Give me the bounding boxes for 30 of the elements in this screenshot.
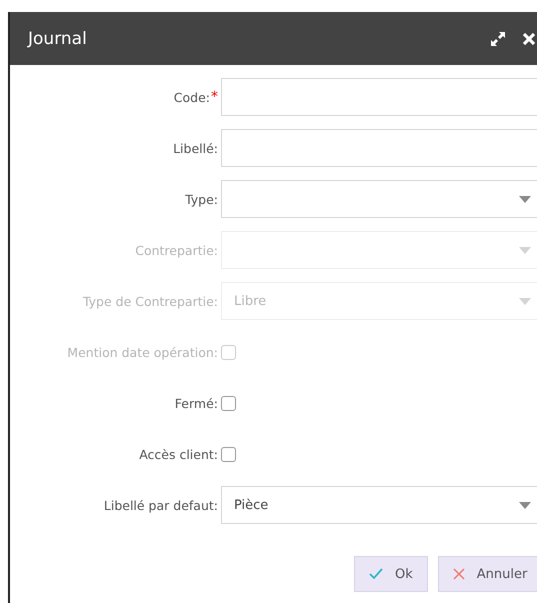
required-mark: * — [211, 89, 218, 105]
caret-icon — [519, 502, 531, 509]
dropdown-value: Pièce — [234, 498, 268, 512]
dropdown-value: Libre — [234, 294, 266, 308]
close-icon[interactable] — [521, 30, 537, 46]
caret-icon — [519, 298, 531, 305]
dropdown-field[interactable] — [221, 180, 537, 218]
dropdown-field[interactable] — [221, 231, 537, 269]
caret-icon — [519, 247, 531, 254]
checkbox[interactable] — [221, 446, 236, 462]
caret-icon — [519, 196, 531, 203]
close-icon — [452, 568, 465, 580]
field-label: Type: — [185, 192, 218, 206]
check-icon — [369, 568, 383, 580]
text-field[interactable] — [221, 78, 537, 116]
field-label: Code: — [174, 90, 210, 104]
field-label: Type de Contrepartie: — [82, 294, 218, 308]
text-field[interactable] — [221, 129, 537, 167]
field-label: Libellé: — [173, 140, 218, 156]
maximize-icon[interactable] — [489, 30, 507, 48]
cancel-button[interactable]: Annuler — [438, 556, 537, 592]
field-label: Contrepartie: — [135, 242, 218, 258]
field-label: Fermé: — [174, 396, 218, 410]
ok-button[interactable]: Ok — [354, 556, 428, 592]
field-label: Mention date opération: — [67, 344, 218, 360]
checkbox[interactable] — [221, 396, 236, 410]
dropdown-field[interactable]: Pièce — [221, 486, 537, 524]
field-label: Libellé par defaut: — [104, 498, 218, 512]
window-title: Journal — [28, 28, 88, 48]
field-label: Accès client: — [139, 446, 218, 462]
